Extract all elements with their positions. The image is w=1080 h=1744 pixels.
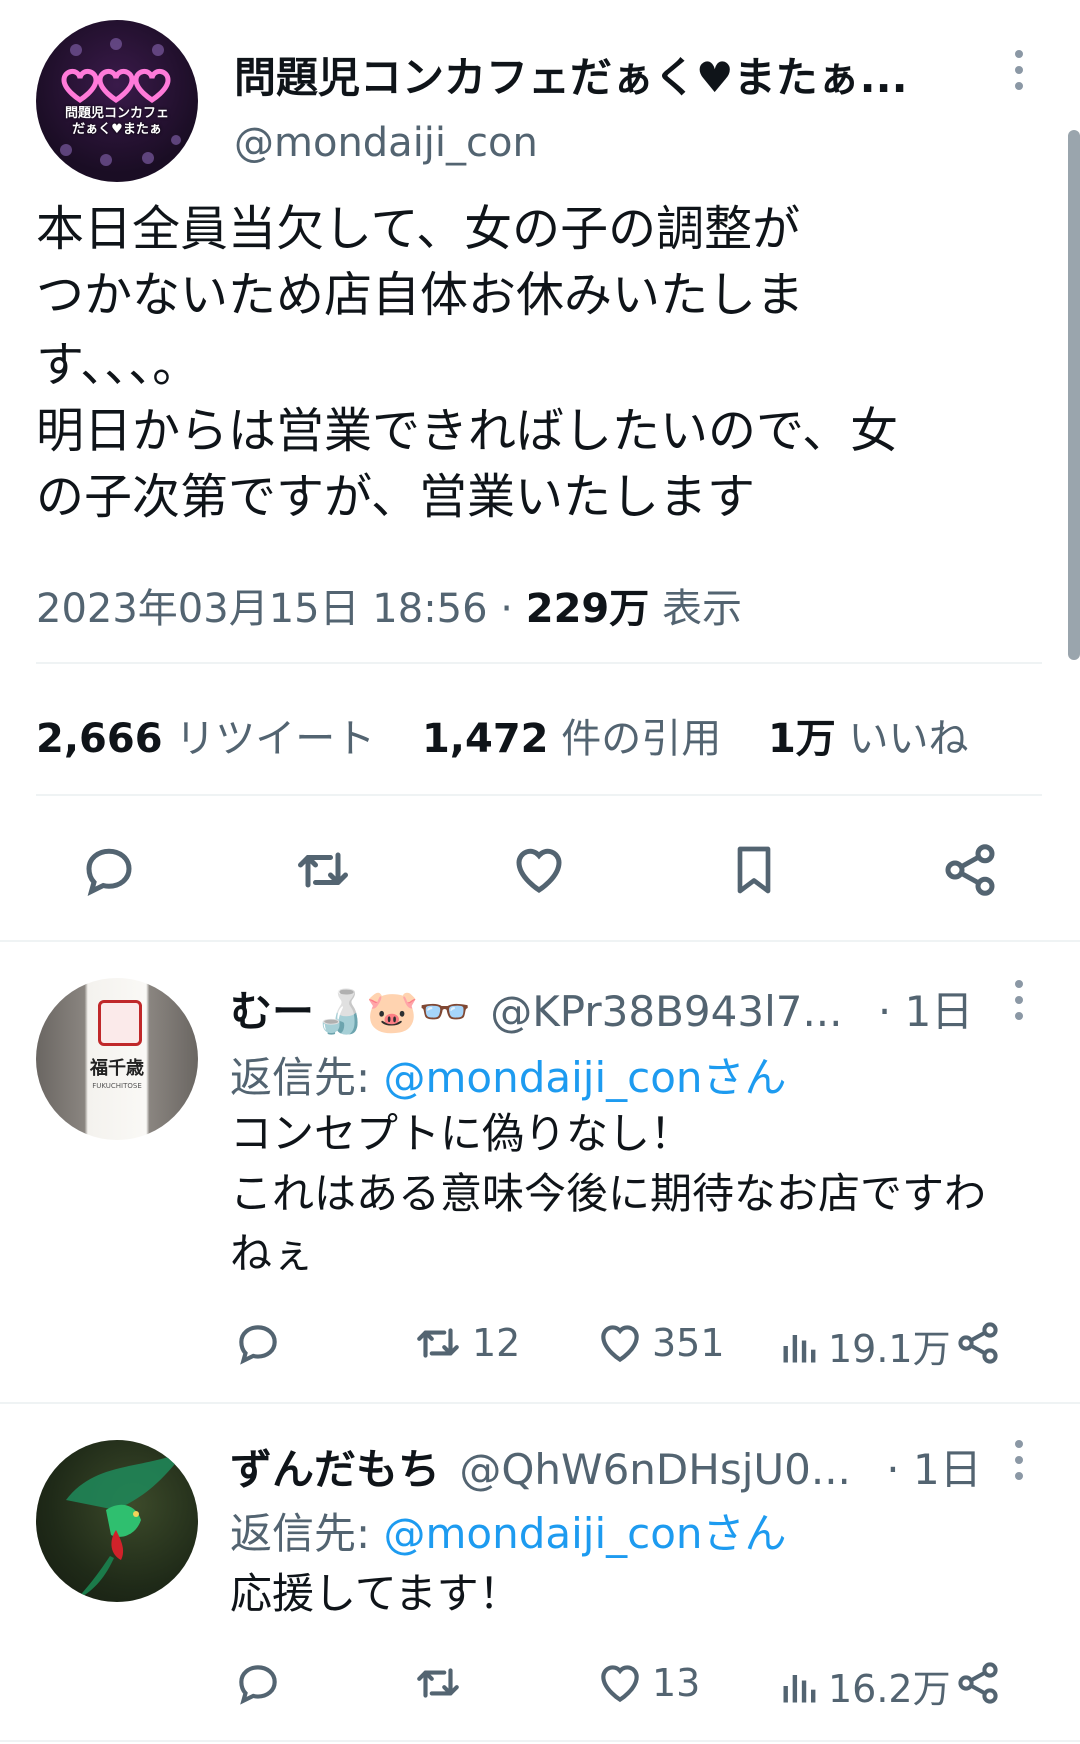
- likes-label: いいね: [835, 716, 969, 762]
- reply-header: むー🍶🐷👓 @KPr38B943l7... · 1日: [230, 978, 973, 1039]
- reply-to-label: 返信先:: [230, 1509, 384, 1558]
- like-icon: [601, 1665, 639, 1703]
- reply-to-handle[interactable]: @mondaiji_conさん: [384, 1053, 787, 1102]
- retweets-count: 2,666: [36, 716, 163, 762]
- likes-count: 1万: [767, 716, 836, 762]
- reply-share-button[interactable]: [954, 1658, 1002, 1708]
- reply-like-button[interactable]: 13: [594, 1658, 700, 1708]
- more-icon[interactable]: [1012, 1440, 1026, 1480]
- reply-display-name[interactable]: むー🍶🐷👓: [230, 987, 471, 1036]
- retweets-stat[interactable]: 2,666 リツイート: [36, 716, 375, 762]
- tweet-text-line: す、、、。: [36, 337, 201, 393]
- tweet-meta: 2023年03月15日 18:56 · 229万 表示: [36, 576, 742, 634]
- reply-text-line: コンセプトに偽りなし！: [230, 1109, 693, 1158]
- reply-views-button[interactable]: 16.2万: [778, 1658, 951, 1713]
- views-count: 16.2万: [828, 1667, 951, 1711]
- share-icon[interactable]: [940, 840, 1000, 904]
- reply-time[interactable]: · 1日: [878, 987, 973, 1036]
- reply-to-handle[interactable]: @mondaiji_conさん: [384, 1509, 787, 1558]
- reply-text-line: これはある意味今後に期待なお店ですわ: [230, 1169, 987, 1218]
- like-icon: [601, 1325, 639, 1363]
- retweet-icon: [417, 1668, 459, 1698]
- divider: [0, 940, 1080, 942]
- reply-icon[interactable]: [78, 840, 140, 904]
- views-count: 229万: [525, 586, 650, 632]
- owl-logo-icon: [98, 1000, 142, 1046]
- author-display-name[interactable]: 問題児コンカフェだぁく♥またぁ...: [234, 44, 908, 105]
- reply-header: ずんだもち @QhW6nDHsjU0... · 1日: [230, 1436, 982, 1497]
- tweet-text-line: 本日全員当欠して、女の子の調整が: [36, 201, 801, 257]
- reply-retweet-button[interactable]: 12: [410, 1318, 520, 1368]
- views-label: 表示: [649, 586, 742, 632]
- retweet-icon: [417, 1328, 459, 1358]
- bookmark-icon[interactable]: [726, 838, 782, 906]
- like-count: 13: [652, 1661, 701, 1705]
- quotes-label: 件の引用: [548, 716, 722, 762]
- reply-share-button[interactable]: [954, 1318, 1002, 1368]
- views-count: 19.1万: [828, 1327, 951, 1371]
- reply-to-label: 返信先:: [230, 1053, 384, 1102]
- avatar-text-line: 問題児コンカフェ: [64, 106, 169, 121]
- quotes-stat[interactable]: 1,472 件の引用: [422, 716, 721, 762]
- avatar-hearts-art: [60, 38, 181, 166]
- reply-like-button[interactable]: 351: [594, 1318, 725, 1368]
- reply-to-line: 返信先: @mondaiji_conさん: [230, 1044, 787, 1105]
- tweet-text-line: 明日からは営業できればしたいので、女: [36, 403, 899, 459]
- divider: [36, 794, 1042, 796]
- reply-retweet-button[interactable]: [410, 1658, 472, 1708]
- bird-image: [66, 1450, 186, 1600]
- likes-stat[interactable]: 1万 いいね: [768, 716, 969, 762]
- share-icon: [958, 1662, 998, 1704]
- reply-handle[interactable]: @KPr38B943l7...: [490, 987, 842, 1036]
- more-icon[interactable]: [1012, 980, 1026, 1020]
- timestamp[interactable]: 2023年03月15日 18:56 ·: [36, 586, 526, 632]
- tweet-text-line: つかないため店自体お休みいたしま: [36, 267, 805, 323]
- views-icon: [783, 1334, 816, 1362]
- avatar-text-line: だぁく♥またぁ: [72, 122, 162, 137]
- reply-time[interactable]: · 1日: [886, 1445, 981, 1494]
- avatar-bottle-label: 福千歳: [90, 1058, 144, 1079]
- retweets-label: リツイート: [162, 716, 376, 762]
- tweet-text-line: の子次第ですが、営業いたします: [36, 469, 756, 525]
- author-handle[interactable]: @mondaiji_con: [234, 120, 538, 166]
- reply-icon: [239, 1325, 277, 1365]
- like-icon[interactable]: [508, 840, 570, 904]
- divider: [0, 1402, 1080, 1404]
- divider: [0, 1740, 1080, 1742]
- retweet-count: 12: [472, 1321, 521, 1365]
- reply-avatar[interactable]: 福千歳 FUKUCHITOSE: [36, 978, 198, 1140]
- reply-text-line: 応援してます！: [230, 1569, 521, 1618]
- reply-to-line: 返信先: @mondaiji_conさん: [230, 1500, 787, 1561]
- more-icon[interactable]: [1012, 50, 1026, 90]
- scrollbar[interactable]: [1068, 130, 1080, 660]
- reply-reply-button[interactable]: [232, 1658, 284, 1708]
- views-icon: [783, 1674, 816, 1702]
- reply-handle[interactable]: @QhW6nDHsjU0...: [459, 1445, 851, 1494]
- reply-avatar[interactable]: [36, 1440, 198, 1602]
- reply-display-name[interactable]: ずんだもち: [230, 1445, 440, 1494]
- tweet-text: 本日全員当欠して、女の子の調整が つかないため店自体お休みいたしま す、、、。 …: [36, 196, 898, 530]
- share-icon: [958, 1322, 998, 1364]
- reply-text-line: ねぇ: [230, 1229, 315, 1278]
- reply-icon: [239, 1665, 277, 1705]
- reply-text: コンセプトに偽りなし！ これはある意味今後に期待なお店ですわ ねぇ: [230, 1104, 986, 1284]
- quotes-count: 1,472: [421, 716, 549, 762]
- divider: [36, 662, 1042, 664]
- tweet-stats: 2,666 リツイート 1,472 件の引用 1万 いいね: [36, 706, 969, 764]
- avatar-bottle-sublabel: FUKUCHITOSE: [92, 1082, 142, 1090]
- reply-views-button[interactable]: 19.1万: [778, 1318, 951, 1373]
- like-count: 351: [652, 1321, 725, 1365]
- retweet-icon[interactable]: [290, 840, 356, 904]
- reply-reply-button[interactable]: [232, 1318, 284, 1368]
- author-avatar[interactable]: 問題児コンカフェ だぁく♥またぁ: [36, 20, 198, 182]
- reply-text: 応援してます！: [230, 1564, 521, 1624]
